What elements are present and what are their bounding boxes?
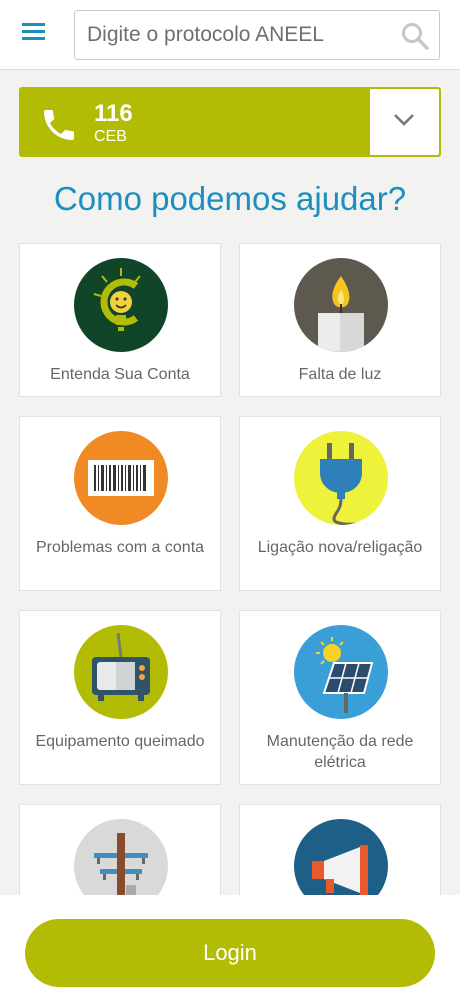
top-bar [0,0,460,70]
card-label: Equipamento queimado [35,733,205,750]
phone-dropdown-toggle[interactable] [370,89,439,155]
card-label: Falta de luz [298,366,382,383]
hamburger-menu-icon [22,23,45,40]
phone-org-label: CEB [94,128,127,145]
search-icon[interactable] [401,22,429,50]
phone-banner[interactable]: 116 CEB [19,87,441,157]
card-label: Problemas com a conta [35,539,205,556]
card-equipamento-queimado[interactable]: Equipamento queimado [19,610,221,785]
card-problemas-com-a-conta[interactable]: Problemas com a conta [19,416,221,591]
barcode-icon [74,431,168,525]
power-plug-icon [294,431,388,525]
card-entenda-sua-conta[interactable]: Entenda Sua Conta [19,243,221,397]
phone-icon [44,110,74,140]
candle-icon [294,258,388,352]
menu-button[interactable] [22,23,56,49]
search-box [74,10,440,60]
login-button[interactable]: Login [25,919,435,987]
card-label: Manutenção da rede elétrica [266,733,414,771]
phone-number: 116 [94,100,133,127]
card-label: Ligação nova/religação [257,539,423,556]
search-input[interactable] [87,19,387,51]
page-heading: Como podemos ajudar? [53,180,407,217]
card-label: Entenda Sua Conta [50,366,190,383]
card-falta-de-luz[interactable]: Falta de luz [239,243,441,397]
chevron-down-icon [394,114,414,126]
bottom-bar: Login [0,895,460,996]
card-ligacao-nova-religacao[interactable]: Ligação nova/religação [239,416,441,591]
solar-panel-icon [294,625,388,719]
lightbulb-smile-icon [74,258,168,352]
burned-tv-icon [74,625,168,719]
card-manutencao-da-rede-eletrica[interactable]: Manutenção da rede elétrica [239,610,441,785]
